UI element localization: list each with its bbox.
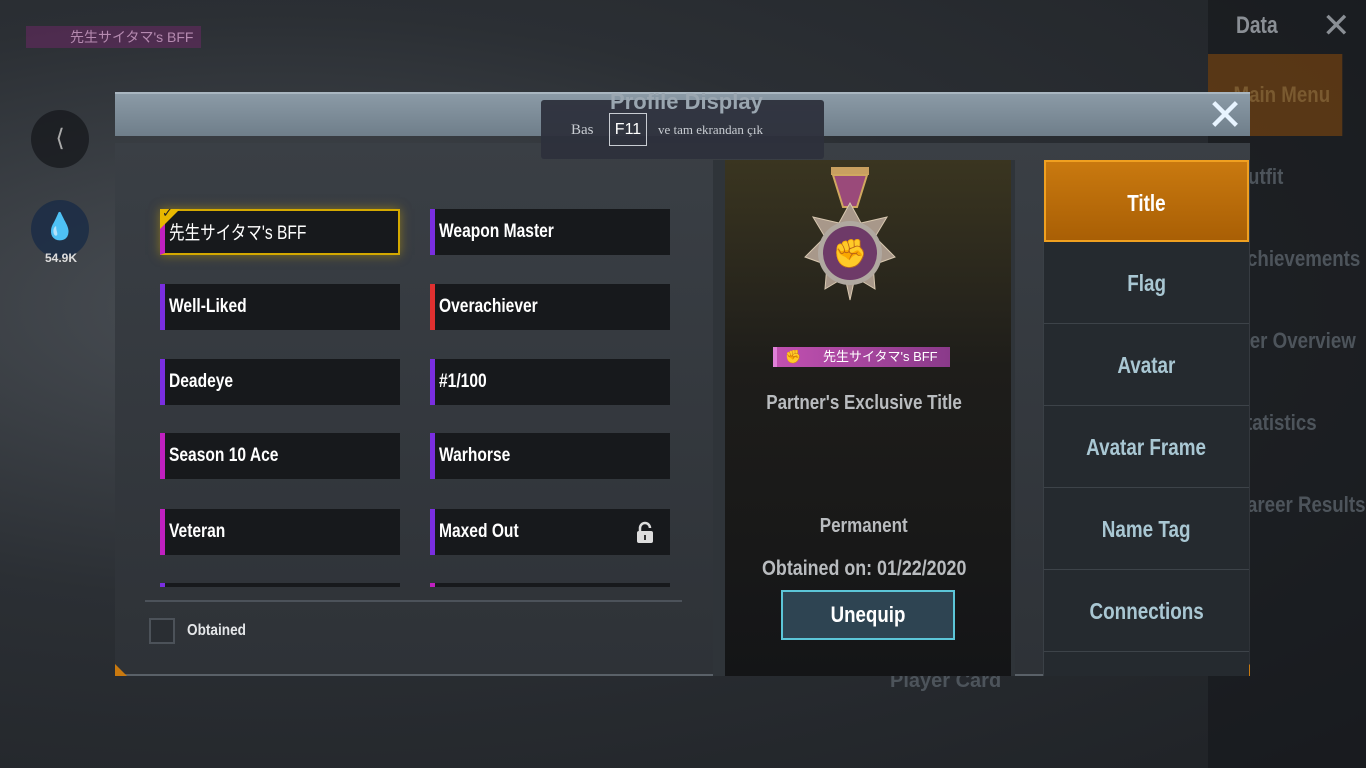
title-item-label: Season 10 Ace	[169, 445, 279, 466]
tab-connections[interactable]: Connections	[1044, 570, 1249, 652]
tab-label: Name Tag	[1102, 516, 1191, 542]
tab-label: Connections	[1089, 598, 1204, 624]
title-item-label: Veteran	[169, 521, 226, 542]
currency-value: 54.9K	[44, 251, 78, 265]
title-item-label: Weapon Master	[439, 221, 554, 242]
title-item-label: Maxed Out	[439, 521, 519, 542]
toast-prefix: Bas	[571, 122, 594, 138]
obtained-label: Obtained	[187, 622, 246, 639]
title-item[interactable]: Maxed Out	[430, 509, 670, 555]
title-item-label: #1/100	[439, 371, 487, 392]
lock-icon	[637, 521, 653, 543]
title-item-label: Overachiever	[439, 296, 538, 317]
share-icon[interactable]: ⟨	[31, 110, 89, 168]
title-item-label: Deadeye	[169, 371, 234, 392]
title-item[interactable]: Well-Liked	[160, 284, 400, 330]
tab-name-tag[interactable]: Name Tag	[1044, 488, 1249, 570]
tab-label: Flag	[1127, 270, 1166, 296]
title-item[interactable]: #1/100	[430, 359, 670, 405]
svg-text:✊: ✊	[833, 238, 868, 270]
medal-icon: ✊	[804, 167, 896, 301]
title-item-label: Well-Liked	[169, 296, 247, 317]
tab-avatar[interactable]: Avatar	[1044, 324, 1249, 406]
corner-decoration	[115, 664, 127, 676]
category-tabs: Title Flag Avatar Avatar Frame Name Tag Conne…	[1043, 160, 1249, 676]
handshake-icon: ✊	[785, 349, 802, 364]
menu-header: Data	[1236, 12, 1278, 39]
title-item[interactable]: ✓ 先生サイタマ's BFF	[160, 205, 400, 255]
title-item[interactable]: Warhorse	[430, 433, 670, 479]
obtained-date: Obtained on: 01/22/2020	[761, 557, 967, 580]
toast-suffix: ve tam ekrandan çık	[658, 122, 764, 137]
menu-close-icon[interactable]: ✕	[1322, 6, 1351, 46]
title-item-label: 先生サイタマ's BFF	[169, 223, 307, 244]
obtained-checkbox[interactable]	[149, 618, 175, 644]
title-item-partial	[430, 583, 670, 587]
currency-icon: 💧	[31, 200, 89, 258]
tab-label: Avatar Frame	[1086, 434, 1207, 460]
title-item-label: Warhorse	[439, 445, 511, 466]
toast-key: F11	[609, 113, 647, 146]
title-item[interactable]: Overachiever	[430, 284, 670, 330]
title-item[interactable]: Veteran	[160, 509, 400, 555]
title-item[interactable]: Weapon Master	[430, 209, 670, 255]
badge-text: 先生サイタマ's BFF	[823, 349, 938, 364]
background-player-title: 先生サイタマ's BFF	[26, 26, 202, 48]
unequip-button[interactable]: Unequip	[781, 590, 955, 640]
tab-avatar-frame[interactable]: Avatar Frame	[1044, 406, 1249, 488]
close-icon[interactable]: ✕	[1205, 94, 1245, 138]
title-duration: Permanent	[820, 515, 908, 537]
title-badge: ✊ 先生サイタマ's BFF	[773, 347, 950, 367]
title-item[interactable]: Deadeye	[160, 359, 400, 405]
tab-title[interactable]: Title	[1044, 160, 1249, 242]
tab-label: Avatar	[1117, 352, 1176, 378]
title-item-partial	[160, 583, 400, 587]
modal-title: Profile Display	[610, 89, 763, 114]
title-description: Partner's Exclusive Title	[766, 392, 962, 414]
divider	[145, 600, 682, 602]
title-item[interactable]: Season 10 Ace	[160, 433, 400, 479]
tab-flag[interactable]: Flag	[1044, 242, 1249, 324]
tab-label: Title	[1127, 190, 1166, 216]
